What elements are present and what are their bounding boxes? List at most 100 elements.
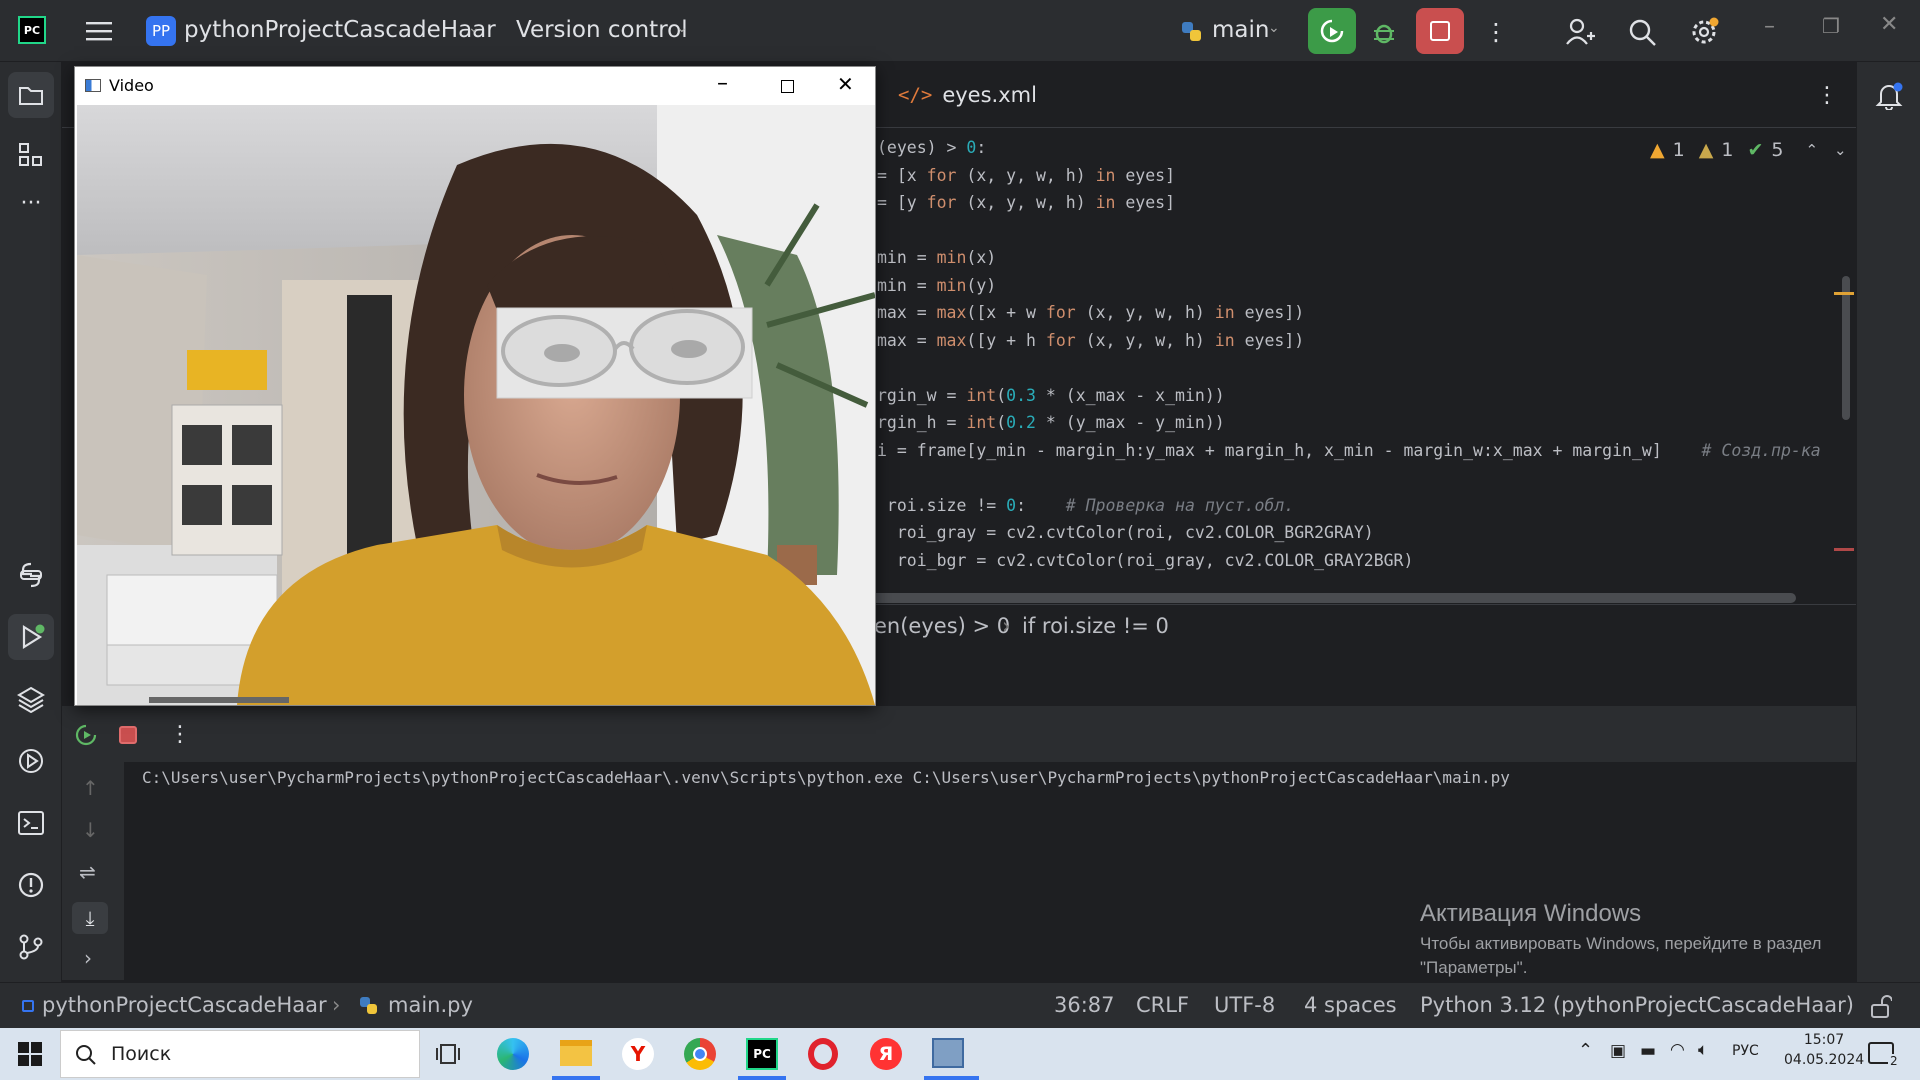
more-tool-windows-icon[interactable]: ··· <box>8 188 54 218</box>
window-restore-button[interactable]: ❐ <box>1822 14 1840 38</box>
arrow-up-icon[interactable]: ↑ <box>82 776 99 800</box>
status-project[interactable]: pythonProjectCascadeHaar <box>42 993 327 1017</box>
code-line[interactable]: rgin_w = int(0.3 * (x_max - x_min)) <box>877 382 1225 410</box>
bug-icon <box>1374 24 1394 44</box>
notifications-bell-icon[interactable] <box>1867 74 1911 118</box>
code-token: # Проверка на пуст.обл. <box>1065 495 1295 515</box>
wifi-icon[interactable]: ◠ <box>1670 1040 1685 1060</box>
video-title-bar[interactable]: Video – ✕ <box>75 67 875 105</box>
window-minimize-button[interactable]: – <box>1764 14 1775 39</box>
more-actions-icon[interactable]: ⋮ <box>1480 12 1512 52</box>
caret-position[interactable]: 36:87 <box>1054 993 1115 1017</box>
yandex-browser-icon[interactable]: Y <box>622 1038 654 1070</box>
project-switcher[interactable]: PP pythonProjectCascadeHaar ⌄ <box>146 14 496 48</box>
terminal-icon[interactable] <box>8 800 54 846</box>
file-explorer-icon[interactable] <box>560 1040 592 1066</box>
python-console-icon[interactable] <box>8 552 54 598</box>
structure-icon[interactable] <box>8 132 54 178</box>
run-tool-icon[interactable] <box>8 614 54 660</box>
code-line[interactable]: max = max([x + w for (x, y, w, h) in eye… <box>877 299 1304 327</box>
task-view-icon[interactable] <box>436 1042 460 1066</box>
indent-setting[interactable]: 4 spaces <box>1304 993 1397 1017</box>
taskbar-search-box[interactable]: Поиск <box>60 1030 420 1078</box>
file-encoding[interactable]: UTF-8 <box>1214 993 1275 1017</box>
tray-device-icon[interactable]: ▣ <box>1610 1041 1626 1061</box>
version-control-menu[interactable]: Version control ⌄ <box>516 14 696 48</box>
tab-eyes-xml[interactable]: </> eyes.xml <box>888 72 1047 118</box>
maximize-button[interactable] <box>781 80 794 93</box>
code-token: 0 <box>966 138 977 157</box>
python-app-icon[interactable] <box>932 1038 964 1068</box>
code-line[interactable]: (eyes) > 0: <box>877 134 986 162</box>
tab-more-options-icon[interactable]: ⋮ <box>1812 78 1842 112</box>
pycharm-logo-icon[interactable]: PC <box>18 16 46 44</box>
main-menu-icon[interactable] <box>82 14 116 48</box>
minimize-button[interactable]: – <box>717 71 728 96</box>
error-marker[interactable] <box>1834 548 1854 551</box>
chrome-icon[interactable] <box>684 1038 716 1070</box>
settings-gear-icon[interactable] <box>1684 12 1724 52</box>
expand-chevron-icon[interactable]: › <box>84 946 92 970</box>
rerun-button[interactable] <box>1308 8 1356 54</box>
code-line[interactable]: min = min(x) <box>877 244 996 272</box>
code-line[interactable]: rgin_h = int(0.2 * (y_max - y_min)) <box>877 409 1225 437</box>
code-line[interactable]: roi_bgr = cv2.cvtColor(roi_gray, cv2.COL… <box>877 547 1414 575</box>
code-token: for <box>1045 330 1076 350</box>
scroll-to-end-icon[interactable]: ⤓ <box>72 902 108 934</box>
soft-wrap-icon[interactable]: ⇌ <box>79 860 96 884</box>
git-icon[interactable] <box>8 924 54 970</box>
code-token: i = frame[y_min - margin_h:y_max + margi… <box>877 440 1702 460</box>
battery-icon[interactable]: ▬ <box>1640 1041 1656 1061</box>
search-icon[interactable] <box>1622 12 1662 52</box>
python-interpreter[interactable]: Python 3.12 (pythonProjectCascadeHaar) <box>1420 993 1854 1017</box>
chevron-down-icon[interactable]: ⌄ <box>1834 141 1847 159</box>
close-button[interactable]: ✕ <box>837 72 854 96</box>
console-output[interactable]: C:\Users\user\PycharmProjects\pythonProj… <box>142 768 1510 787</box>
clock[interactable]: 15:07 04.05.2024 <box>1784 1032 1864 1068</box>
code-line[interactable]: = [y for (x, y, w, h) in eyes] <box>877 189 1175 217</box>
inspection-widget[interactable]: ▲ 1 ▲ 1 ✔ 5 ⌃ ⌄ <box>1650 136 1847 164</box>
module-icon <box>22 1000 34 1012</box>
edge-browser-icon[interactable] <box>497 1038 529 1070</box>
chevron-up-icon[interactable]: ⌃ <box>1805 141 1818 159</box>
breadcrumb-item[interactable]: en(eyes) > 0 <box>874 614 1010 638</box>
code-line[interactable]: roi.size != 0: # Проверка на пуст.обл. <box>877 492 1294 520</box>
volume-icon[interactable]: 🔈︎ <box>1698 1040 1708 1060</box>
project-folder-icon[interactable] <box>8 72 54 118</box>
debug-button[interactable] <box>1364 12 1404 52</box>
more-options-icon[interactable]: ⋮ <box>166 718 194 750</box>
stop-icon[interactable] <box>112 720 144 750</box>
code-line[interactable]: min = min(y) <box>877 272 996 300</box>
code-line[interactable]: = [x for (x, y, w, h) in eyes] <box>877 162 1175 190</box>
code-token: max <box>936 303 967 322</box>
rerun-icon[interactable] <box>70 720 102 750</box>
code-line[interactable]: i = frame[y_min - margin_h:y_max + margi… <box>877 437 1821 465</box>
window-close-button[interactable]: ✕ <box>1880 12 1898 37</box>
pycharm-taskbar-icon[interactable]: PC <box>746 1038 778 1070</box>
project-name: pythonProjectCascadeHaar <box>184 17 496 43</box>
breadcrumb-item[interactable]: if roi.size != 0 <box>1022 614 1169 638</box>
editor-vertical-scrollbar[interactable] <box>1842 276 1850 420</box>
services-icon[interactable] <box>8 738 54 784</box>
code-line[interactable]: max = max([y + h for (x, y, w, h) in eye… <box>877 327 1304 355</box>
add-user-icon[interactable] <box>1560 12 1600 52</box>
unlock-icon[interactable] <box>1870 995 1892 1019</box>
stop-button[interactable] <box>1416 8 1464 54</box>
problems-icon[interactable] <box>8 862 54 908</box>
yandex-icon[interactable]: Я <box>870 1038 902 1070</box>
code-line[interactable]: roi_gray = cv2.cvtColor(roi, cv2.COLOR_B… <box>877 519 1374 547</box>
status-file[interactable]: main.py <box>388 993 473 1017</box>
run-config-selector[interactable]: main ⌄ <box>1178 14 1290 48</box>
editor-horizontal-scrollbar[interactable] <box>870 593 1796 603</box>
arrow-down-icon[interactable]: ↓ <box>82 818 99 842</box>
windows-start-icon[interactable] <box>18 1042 42 1066</box>
python-file-icon <box>360 997 377 1014</box>
opera-icon[interactable] <box>808 1038 838 1070</box>
layers-icon[interactable] <box>8 676 54 722</box>
line-separator[interactable]: CRLF <box>1136 993 1189 1017</box>
video-window-title: Video <box>109 76 154 95</box>
language-indicator[interactable]: РУС <box>1732 1043 1759 1059</box>
video-window[interactable]: Video – ✕ <box>74 66 876 706</box>
warning-marker[interactable] <box>1834 292 1854 295</box>
tray-chevron-up-icon[interactable]: ⌃ <box>1578 1040 1593 1061</box>
